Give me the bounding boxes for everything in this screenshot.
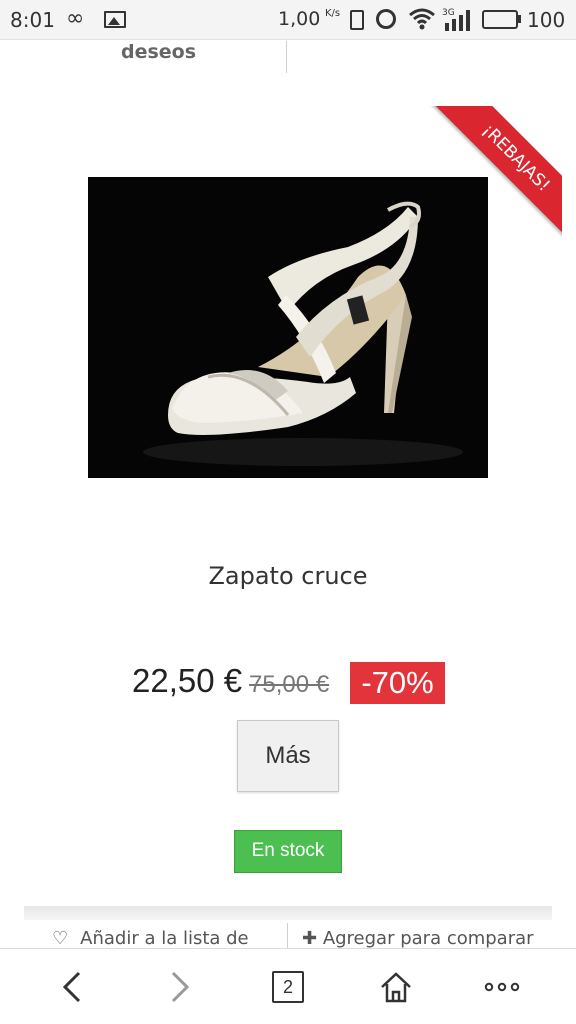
heart-icon: ♡ xyxy=(52,928,69,948)
add-to-compare-button[interactable]: ✚ Agregar para comparar xyxy=(302,928,534,948)
product-price: 22,50 € xyxy=(132,662,243,699)
home-button[interactable] xyxy=(366,949,426,1024)
infinity-icon: ∞ xyxy=(66,6,85,31)
old-price: 75,00 € xyxy=(249,671,330,698)
tabs-button[interactable]: 2 xyxy=(258,949,318,1024)
browser-bottom-nav: 2 xyxy=(0,948,576,1024)
more-button[interactable]: Más xyxy=(237,720,339,792)
alarm-icon xyxy=(376,9,396,29)
battery-percentage: 100 xyxy=(527,8,566,32)
shoe-image xyxy=(88,177,488,478)
back-icon xyxy=(62,971,81,1003)
stock-badge: En stock xyxy=(234,830,342,873)
forward-icon xyxy=(171,971,190,1003)
top-action-tabs: deseos xyxy=(0,41,576,73)
network-speed: 1,00 xyxy=(278,8,321,30)
actions-separator xyxy=(24,906,552,920)
vibrate-icon xyxy=(350,10,364,30)
wifi-icon xyxy=(409,8,435,30)
signal-icon: 3G xyxy=(442,8,470,31)
wishlist-label: Añadir a la lista de xyxy=(80,928,249,948)
divider xyxy=(286,41,287,73)
product-actions: ♡ Añadir a la lista de ✚ Agregar para com… xyxy=(0,920,576,948)
product-image[interactable] xyxy=(88,177,488,478)
compare-label: Agregar para comparar xyxy=(322,928,534,948)
price-row: 22,50 € 75,00 € -70% xyxy=(130,660,460,706)
discount-badge: -70% xyxy=(350,662,445,704)
network-type: 3G xyxy=(442,8,455,18)
tabs-icon: 2 xyxy=(272,971,304,1003)
status-time: 8:01 xyxy=(10,8,55,32)
wishlist-tab-partial[interactable]: deseos xyxy=(121,41,196,63)
more-icon xyxy=(484,982,520,992)
plus-icon: ✚ xyxy=(302,928,323,948)
back-button[interactable] xyxy=(42,949,102,1024)
home-icon xyxy=(381,972,411,1003)
status-bar: 8:01 ∞ 1,00 K/s 3G 100 xyxy=(0,0,576,40)
network-speed-unit: K/s xyxy=(325,8,341,19)
divider xyxy=(287,923,288,948)
more-menu-button[interactable] xyxy=(472,949,532,1024)
add-to-wishlist-button[interactable]: ♡ Añadir a la lista de xyxy=(52,928,249,948)
forward-button[interactable] xyxy=(150,949,210,1024)
battery-icon xyxy=(482,10,518,29)
image-icon xyxy=(104,11,126,28)
product-name[interactable]: Zapato cruce xyxy=(0,562,576,590)
